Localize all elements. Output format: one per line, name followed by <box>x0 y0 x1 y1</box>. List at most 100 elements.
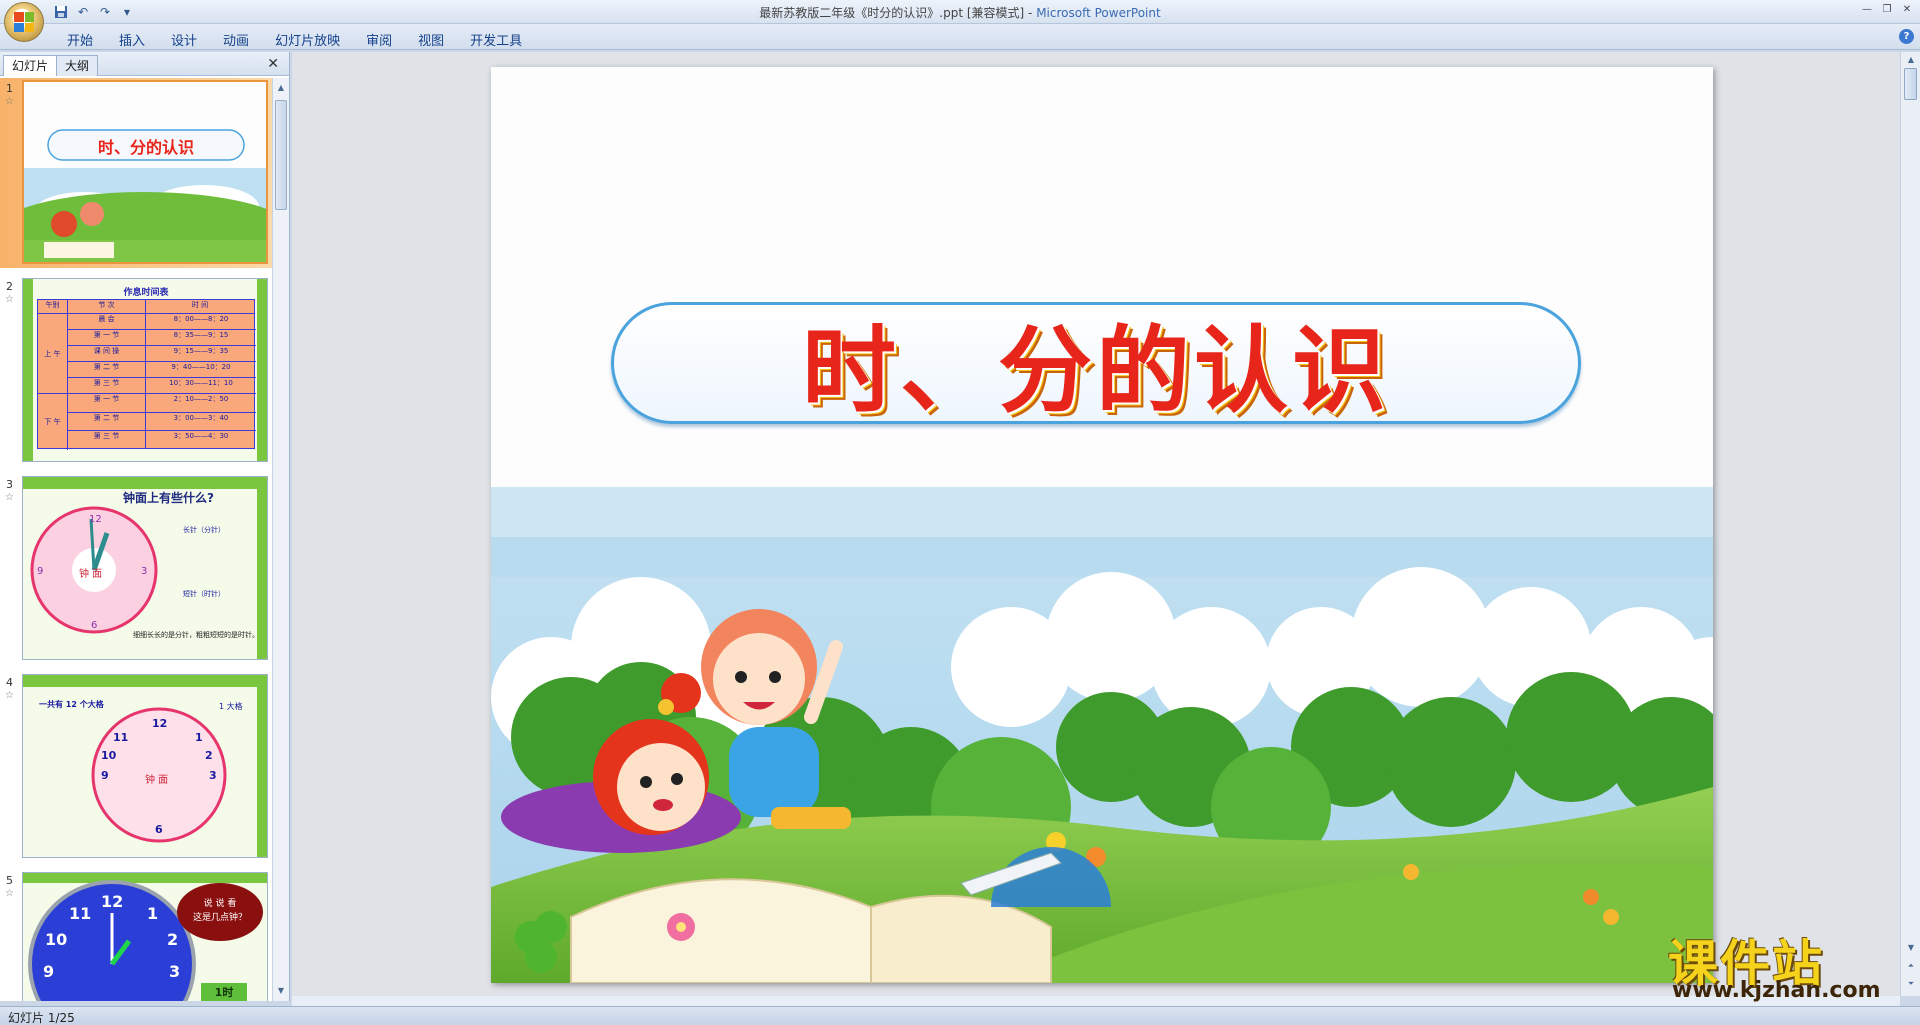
close-icon[interactable]: ✕ <box>1898 2 1916 18</box>
slide-title: 时、分的认识 <box>801 316 1390 426</box>
document-title: 最新苏教版二年级《时分的认识》.ppt [兼容模式] <box>759 6 1025 20</box>
scroll-up-icon[interactable]: ▲ <box>1903 52 1919 68</box>
svg-text:9: 9 <box>43 962 54 981</box>
thumbnail-preview: 12 3 6 9 钟 面 钟面上有些什么? 长针（分针） 短针（时针） 细细长长… <box>22 476 268 660</box>
hands-note: 细细长长的是分针，粗粗短短的是时针。 <box>133 631 259 639</box>
schedule-cell: 第 一 节 <box>68 330 146 345</box>
slide-scrollbar[interactable]: ▲ ▼ ⏶ ⏷ <box>1900 52 1920 996</box>
tab-slides[interactable]: 幻灯片 <box>3 55 58 76</box>
app-name: Microsoft PowerPoint <box>1036 6 1161 20</box>
schedule-cell: 晨 会 <box>68 314 146 329</box>
clock-face-label: 钟 面 <box>79 569 103 580</box>
schedule-cell: 第 三 节 <box>68 431 146 449</box>
scrollbar-thumb[interactable] <box>275 100 287 210</box>
schedule-cell: 9：40——10：20 <box>171 363 231 371</box>
tab-home[interactable]: 开始 <box>54 28 106 51</box>
watermark-logo: 课件站 www.kjzhan.com <box>1668 924 1898 1003</box>
svg-text:10: 10 <box>101 749 117 762</box>
bubble-line-1: 说 说 看 <box>203 899 237 909</box>
scroll-up-icon[interactable]: ▲ <box>273 80 289 96</box>
svg-text:11: 11 <box>113 731 128 744</box>
ribbon-tabs: 开始 插入 设计 动画 幻灯片放映 审阅 视图 开发工具 <box>54 28 535 51</box>
office-button[interactable] <box>4 2 44 42</box>
svg-text:12: 12 <box>152 717 167 730</box>
animation-star-icon: ☆ <box>5 96 14 107</box>
thumbnail-number: 4 <box>6 676 13 689</box>
title-bar: ↶ ↷ ▾ 最新苏教版二年级《时分的认识》.ppt [兼容模式] - Micro… <box>0 0 1920 24</box>
tab-insert[interactable]: 插入 <box>106 28 158 51</box>
ribbon: 开始 插入 设计 动画 幻灯片放映 审阅 视图 开发工具 ? <box>0 24 1920 50</box>
thumbnail-slide-2[interactable]: 2 ☆ 作息时间表 午别 节 次 时 间 上 午 下 午 晨 会 8：00——8… <box>0 276 272 466</box>
header-time: 时 间 <box>191 301 209 309</box>
bubble-line-2: 这是几点钟？ <box>192 913 247 923</box>
tab-design[interactable]: 设计 <box>158 28 210 51</box>
previous-slide-icon[interactable]: ⏶ <box>1903 958 1919 974</box>
clock-icon: 12 1 2 3 11 10 9 <box>28 880 196 1001</box>
schedule-title: 作息时间表 <box>123 288 169 298</box>
thumbnail-list: 1 ☆ 时、分的认识 2 ☆ 作息时间表 午别 节 次 时 间 上 午 下 午 … <box>0 78 272 1001</box>
header-period: 午别 <box>38 300 68 313</box>
slide-canvas: 时、分的认识 <box>292 52 1900 996</box>
header-session: 节 次 <box>68 300 146 313</box>
horizontal-scrollbar[interactable] <box>292 996 1900 1006</box>
svg-text:12: 12 <box>89 514 102 525</box>
animation-star-icon: ☆ <box>5 294 14 305</box>
svg-text:3: 3 <box>169 962 180 981</box>
thumbnail-number: 1 <box>6 82 13 95</box>
thumbnail-slide-1[interactable]: 1 ☆ 时、分的认识 <box>0 78 272 268</box>
thumbnail-number: 3 <box>6 478 13 491</box>
clock-face-label: 钟 面 <box>145 775 169 786</box>
thumbnail-preview: 一共有 12 个大格 1 大格 12 3 6 9 1 2 11 10 钟 面 <box>22 674 268 858</box>
schedule-cell: 第 二 节 <box>68 413 146 430</box>
next-slide-icon[interactable]: ⏷ <box>1903 976 1919 992</box>
slide-1[interactable]: 时、分的认识 <box>491 67 1713 983</box>
cartoon-scene-image[interactable] <box>491 487 1713 983</box>
tab-slide-show[interactable]: 幻灯片放映 <box>262 28 353 51</box>
schedule-cell: 第 二 节 <box>68 362 146 377</box>
svg-text:3: 3 <box>209 769 217 782</box>
tab-outline[interactable]: 大纲 <box>56 55 99 76</box>
svg-text:1: 1 <box>147 904 158 923</box>
scrollbar-thumb[interactable] <box>1904 68 1917 100</box>
tab-developer[interactable]: 开发工具 <box>457 28 535 51</box>
schedule-cell: 8：00——8：20 <box>173 315 229 323</box>
title-placeholder[interactable]: 时、分的认识 <box>611 302 1581 426</box>
window-title: 最新苏教版二年级《时分的认识》.ppt [兼容模式] - Microsoft P… <box>0 4 1920 21</box>
thumbnail-preview: 作息时间表 午别 节 次 时 间 上 午 下 午 晨 会 8：00——8：20 <box>22 278 268 462</box>
svg-text:6: 6 <box>155 823 163 836</box>
thumbnail-number: 5 <box>6 874 13 887</box>
schedule-cell: 3：50——4：30 <box>173 432 229 440</box>
svg-text:1: 1 <box>195 731 203 744</box>
scroll-down-icon[interactable]: ▼ <box>1903 940 1919 956</box>
pm-label: 下 午 <box>44 418 61 426</box>
restore-icon[interactable]: ❐ <box>1878 2 1896 18</box>
pane-tabs: 幻灯片 大纲 ✕ <box>0 52 289 76</box>
schedule-cell: 2：10——2：50 <box>173 395 229 403</box>
svg-text:11: 11 <box>69 904 91 923</box>
animation-star-icon: ☆ <box>5 690 14 701</box>
tab-view[interactable]: 视图 <box>405 28 457 51</box>
schedule-cell: 第 一 节 <box>68 394 146 412</box>
thumbnail-number: 2 <box>6 280 13 293</box>
title-separator: - <box>1024 6 1037 20</box>
help-icon[interactable]: ? <box>1899 29 1914 44</box>
minimize-icon[interactable]: — <box>1858 2 1876 18</box>
thumbnail-slide-4[interactable]: 4 ☆ 一共有 12 个大格 1 大格 12 3 6 9 1 2 11 10 钟… <box>0 672 272 862</box>
thumbnail-slide-3[interactable]: 3 ☆ 12 3 6 9 钟 面 钟面上有些什么? 长针（分针） 短针（时针） … <box>0 474 272 664</box>
scroll-down-icon[interactable]: ▼ <box>273 983 289 999</box>
animation-star-icon: ☆ <box>5 492 14 503</box>
schedule-table: 午别 节 次 时 间 上 午 下 午 晨 会 8：00——8：20 第 一 节 8：… <box>37 299 256 450</box>
tab-review[interactable]: 审阅 <box>353 28 405 51</box>
pane-close-icon[interactable]: ✕ <box>267 56 279 72</box>
schedule-cell: 10：30——11：10 <box>169 379 233 387</box>
tab-animations[interactable]: 动画 <box>210 28 262 51</box>
thumbnail-preview: 12 1 2 3 11 10 9 说 说 看 这是几点钟？ 1时 <box>22 872 268 1001</box>
thumbnail-slide-5[interactable]: 5 ☆ 12 1 2 3 11 10 9 说 说 看 这是几点钟？ 1时 <box>0 870 272 1001</box>
svg-text:9: 9 <box>37 566 43 577</box>
question-bubble: 说 说 看 这是几点钟？ <box>177 883 263 941</box>
thumbnail-scrollbar[interactable]: ▲ ▼ <box>272 78 289 1001</box>
svg-text:2: 2 <box>167 930 178 949</box>
am-label: 上 午 <box>44 349 61 358</box>
schedule-cell: 第 三 节 <box>68 378 146 393</box>
thumbnail-preview: 时、分的认识 <box>22 80 268 264</box>
